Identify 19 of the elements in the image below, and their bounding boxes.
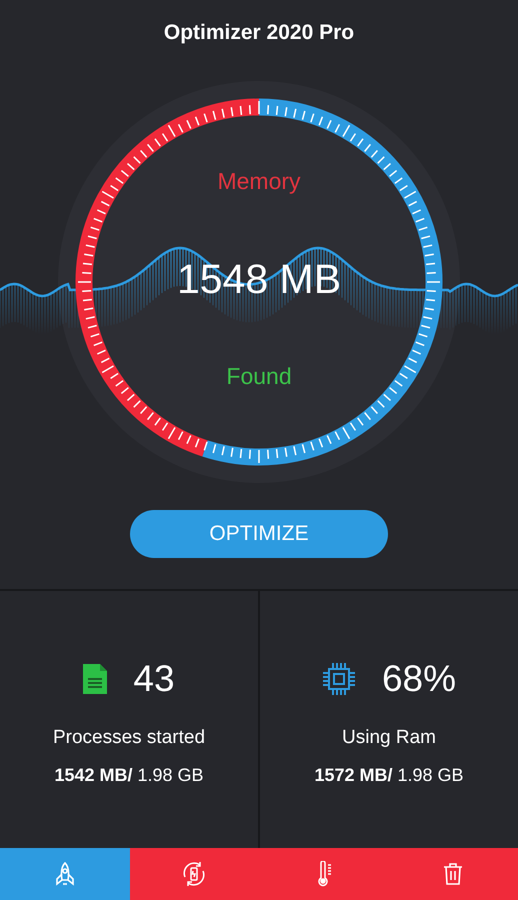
memory-usage: 1542 MB/ 1.98 GB	[54, 765, 204, 786]
stat-value: 43	[133, 658, 175, 700]
found-label: Found	[226, 362, 292, 390]
memory-label: Memory	[217, 168, 301, 195]
stat-value: 68%	[382, 658, 456, 700]
optimize-button[interactable]: OPTIMIZE	[130, 510, 388, 558]
battery-cycle-icon	[181, 861, 208, 888]
trash-icon	[443, 862, 464, 886]
chip-icon	[322, 662, 356, 696]
app-title: Optimizer 2020 Pro	[164, 20, 354, 45]
memory-usage: 1572 MB/ 1.98 GB	[314, 765, 464, 786]
stat-label: Using Ram	[342, 727, 436, 750]
nav-tab[interactable]	[130, 848, 259, 900]
nav-tab[interactable]	[388, 848, 518, 900]
rocket-icon	[54, 862, 75, 886]
stat-label: Processes started	[52, 727, 206, 750]
document-icon	[83, 664, 108, 694]
memory-value: 1548 MB	[176, 256, 342, 303]
nav-tab[interactable]	[0, 848, 130, 900]
